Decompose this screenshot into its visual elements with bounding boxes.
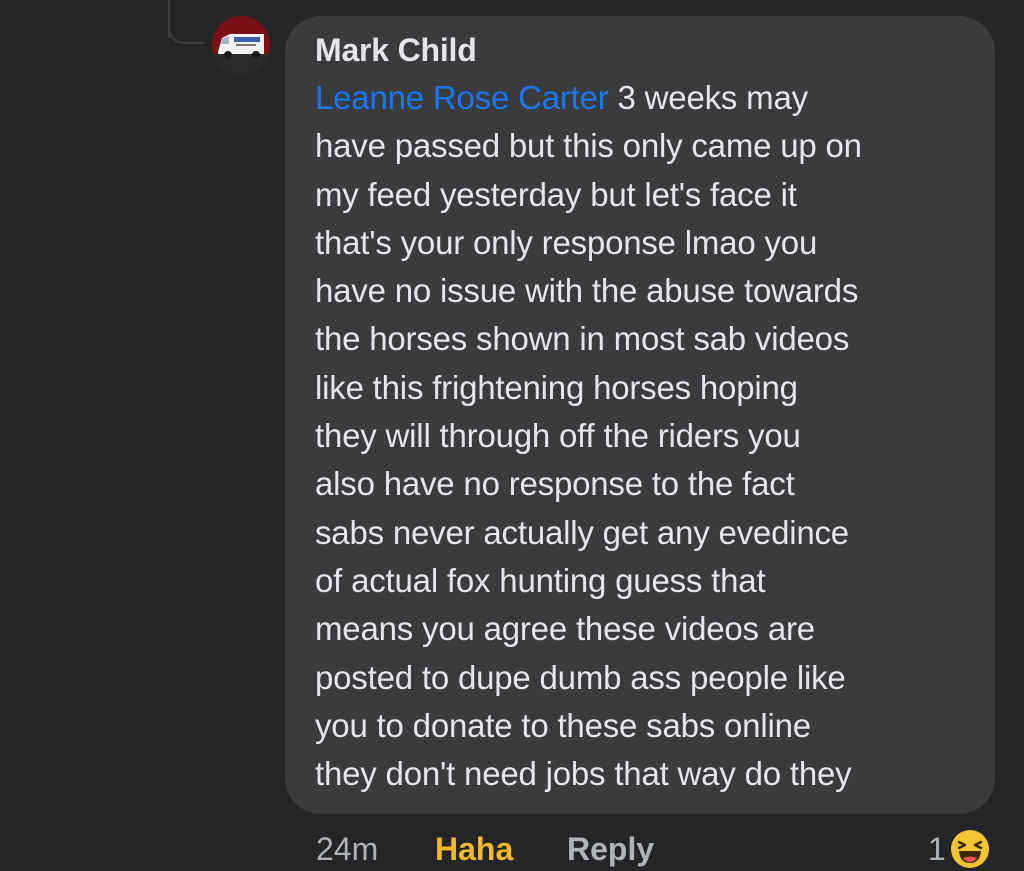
van-avatar-icon — [212, 16, 270, 74]
comment-line: like this frightening horses hoping — [315, 368, 798, 406]
comment-thread: Mark Child Leanne Rose Carter 3 weeks ma… — [0, 0, 1024, 871]
mention-link[interactable]: Leanne Rose Carter — [315, 79, 609, 116]
comment-line-first: Leanne Rose Carter 3 weeks may — [315, 74, 975, 122]
comment-actions: 24m Haha Reply 1 — [316, 826, 1016, 871]
comment-line: of actual fox hunting guess that — [315, 561, 766, 599]
comment-line: have passed but this only came up on — [315, 127, 862, 165]
comment-bubble: Mark Child Leanne Rose Carter 3 weeks ma… — [285, 16, 995, 814]
comment-line: you to donate to these sabs online — [315, 706, 811, 744]
reaction-summary[interactable]: 1 — [928, 826, 990, 871]
reaction-count: 1 — [928, 831, 946, 867]
comment-line: means you agree these videos are — [315, 610, 815, 648]
comment-body: Leanne Rose Carter 3 weeks may have pass… — [315, 74, 975, 798]
comment-line: sabs never actually get any evedince — [315, 513, 849, 551]
comment-timestamp[interactable]: 24m — [316, 826, 378, 871]
comment-line: that's your only response lmao you — [315, 223, 818, 261]
comment-text-first: 3 weeks may — [608, 79, 809, 116]
comment-line: they don't need jobs that way do they — [315, 755, 852, 793]
comment-author-name[interactable]: Mark Child — [315, 30, 995, 70]
comment-line: the horses shown in most sab videos — [315, 320, 850, 358]
comment-line: they will through off the riders you — [315, 417, 801, 455]
haha-emoji-icon — [950, 830, 989, 868]
avatar[interactable] — [212, 16, 270, 74]
comment-line: my feed yesterday but let's face it — [315, 175, 797, 213]
reply-button[interactable]: Reply — [567, 826, 654, 871]
thread-connector-curve — [168, 22, 204, 44]
comment-line: posted to dupe dumb ass people like — [315, 658, 846, 696]
comment-line: have no issue with the abuse towards — [315, 272, 859, 310]
haha-reaction-button[interactable]: Haha — [435, 826, 513, 871]
comment-line: also have no response to the fact — [315, 465, 795, 503]
